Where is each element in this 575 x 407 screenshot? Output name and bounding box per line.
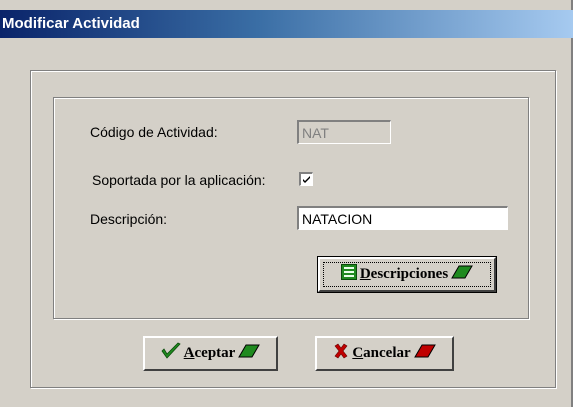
checkmark-glyph bbox=[303, 176, 310, 183]
red-x-icon bbox=[333, 343, 349, 364]
descripcion-input[interactable]: NATACION bbox=[297, 206, 508, 230]
soportada-checkbox[interactable] bbox=[299, 172, 313, 186]
aceptar-button[interactable]: Aceptar bbox=[143, 336, 278, 371]
codigo-label: Código de Actividad: bbox=[90, 124, 218, 140]
soportada-label: Soportada por la aplicación: bbox=[92, 172, 266, 188]
dialog-window: Modificar Actividad Código de Actividad:… bbox=[0, 0, 573, 407]
checkmark-icon bbox=[161, 342, 181, 365]
aceptar-label: Aceptar bbox=[183, 345, 236, 361]
green-parallelogram-icon bbox=[451, 265, 474, 284]
descripciones-button[interactable]: Descripciones bbox=[317, 256, 497, 293]
green-parallelogram-icon bbox=[238, 344, 261, 363]
cancelar-label: Cancelar bbox=[352, 345, 411, 361]
cancelar-button[interactable]: Cancelar bbox=[315, 336, 454, 371]
descripcion-label: Descripción: bbox=[90, 211, 168, 227]
list-icon bbox=[340, 264, 357, 285]
window-title: Modificar Actividad bbox=[2, 15, 140, 32]
codigo-field: NAT bbox=[297, 120, 391, 144]
descripciones-label: Descripciones bbox=[359, 266, 449, 282]
red-parallelogram-icon bbox=[413, 344, 436, 363]
title-bar[interactable]: Modificar Actividad bbox=[0, 10, 573, 38]
